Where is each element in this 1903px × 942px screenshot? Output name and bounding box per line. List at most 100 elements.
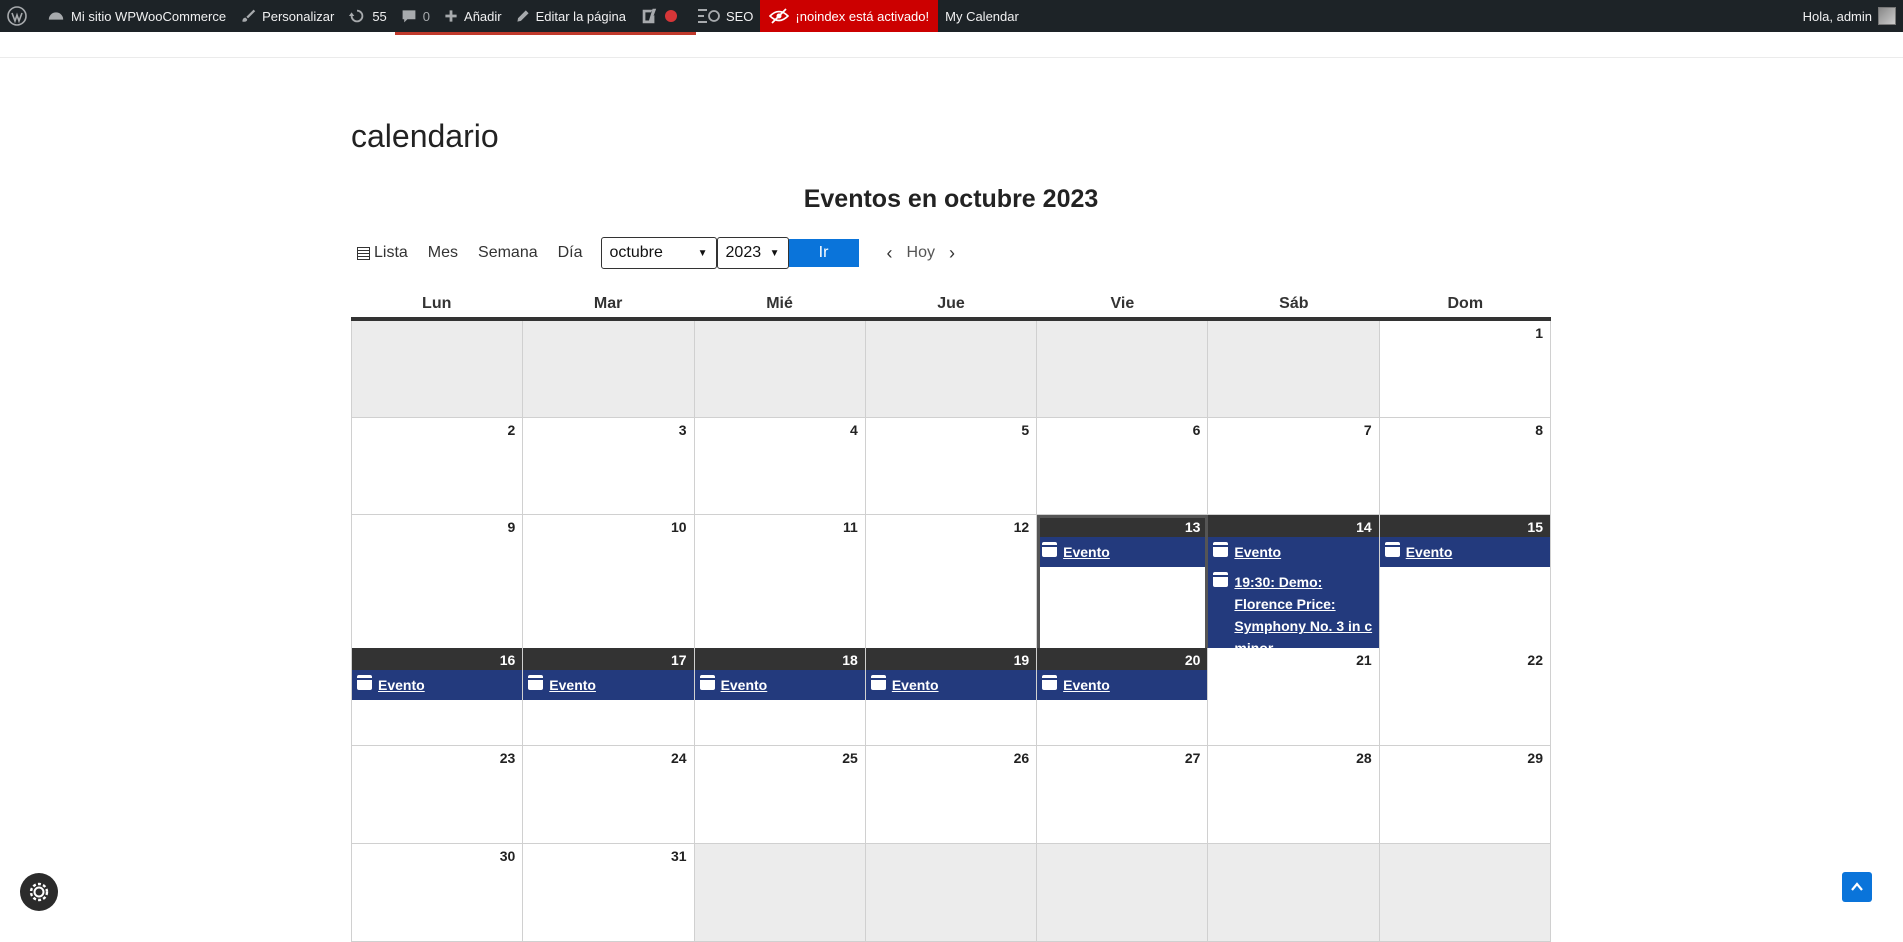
day-number: 22 [1527,652,1543,668]
day-cell[interactable]: 1 [1379,321,1551,418]
day-number: 15 [1379,515,1550,537]
day-cell[interactable]: 19 Evento [865,648,1038,746]
day-cell[interactable]: 2 [352,418,524,515]
noindex-warning-item[interactable]: ¡noindex está activado! [760,0,939,32]
calendar-toolbar: Lista Mes Semana Día octubre ▼ 2023 ▼ Ir… [351,237,969,269]
seo-icon [697,9,720,23]
year-select-value: 2023 [725,244,762,261]
day-cell[interactable]: 31 [523,844,695,942]
day-cell[interactable]: 21 [1208,648,1380,746]
day-number: 6 [1192,422,1201,438]
calendar-week-row: 1 [351,321,1551,418]
day-cell[interactable]: 27 [1037,746,1209,844]
customize-item[interactable]: Personalizar [233,0,341,32]
event-title: Evento [549,677,596,693]
day-cell[interactable]: 8 [1379,418,1551,515]
wordpress-logo-item[interactable] [0,0,40,32]
day-cell[interactable]: 22 [1379,648,1551,746]
day-cell[interactable]: 13 Evento [1037,515,1209,665]
day-cell[interactable]: 12 [865,515,1038,665]
calendar-week-row: 9 10 11 12 13 Evento 14 Evento 19:30: Demo: Flor… [351,515,1551,665]
event-link[interactable]: Evento [1379,537,1550,568]
day-cell[interactable]: 30 [352,844,524,942]
day-cell[interactable]: 20 Evento [1037,648,1209,746]
view-month-link[interactable]: Mes [418,244,468,262]
edit-page-item[interactable]: Editar la página [509,0,633,32]
day-cell[interactable]: 6 [1037,418,1209,515]
event-link[interactable]: Evento [352,670,523,701]
month-select[interactable]: octubre ▼ [600,237,717,269]
day-cell[interactable]: 17 Evento [523,648,695,746]
day-number: 20 [1037,648,1208,670]
plus-icon [445,10,457,22]
day-cell[interactable]: 4 [694,418,866,515]
day-cell[interactable]: 16 Evento [352,648,524,746]
updates-item[interactable]: 55 [341,0,393,32]
day-cell[interactable]: 11 [694,515,866,665]
add-new-item[interactable]: Añadir [437,0,509,32]
weekday-label: Mié [766,295,793,312]
gear-icon [29,882,49,902]
event-title: Evento [1063,544,1110,560]
day-cell[interactable]: 24 [523,746,695,844]
day-cell[interactable]: 3 [523,418,695,515]
day-cell[interactable]: 25 [694,746,866,844]
my-calendar-item[interactable]: My Calendar [938,0,1026,32]
day-cell[interactable]: 29 [1379,746,1551,844]
day-number: 13 [1037,515,1208,537]
chevron-left-icon: ‹ [886,242,893,263]
next-month-button[interactable]: › [935,243,969,264]
day-number: 27 [1184,750,1201,766]
day-cell[interactable]: 7 [1208,418,1380,515]
go-button[interactable]: Ir [788,239,859,267]
view-day-link[interactable]: Día [548,244,593,262]
view-week-link[interactable]: Semana [468,244,548,262]
event-link[interactable]: Evento [1208,537,1379,568]
event-link[interactable]: Evento [1037,537,1208,568]
back-to-top-button[interactable] [1842,872,1872,902]
empty-day-cell [1037,844,1209,942]
calendar-icon [870,675,886,690]
day-cell[interactable]: 26 [865,746,1038,844]
empty-day-cell [694,844,866,942]
event-link[interactable]: Evento [523,670,694,701]
day-cell[interactable]: 15 Evento [1379,515,1551,665]
site-name-item[interactable]: Mi sitio WPWooCommerce [40,0,233,32]
seo-item[interactable]: SEO [691,0,760,32]
today-button[interactable]: Hoy [907,244,935,262]
calendar-icon [1213,572,1229,588]
pencil-icon [517,10,529,22]
chevron-down-icon: ▼ [769,247,780,259]
previous-month-button[interactable]: ‹ [873,243,907,264]
view-list-link[interactable]: Lista [351,244,418,262]
weekday-label: Dom [1447,295,1484,312]
calendar-icon [528,675,544,690]
day-cell[interactable]: 18 Evento [694,648,866,746]
year-select[interactable]: 2023 ▼ [716,237,789,269]
settings-button[interactable] [20,873,58,911]
weekday-label: Vie [1110,295,1135,312]
day-cell[interactable]: 9 [352,515,524,665]
event-link[interactable]: Evento [865,670,1037,701]
day-number: 23 [499,750,516,766]
yoast-item[interactable] [633,0,691,32]
day-cell[interactable]: 28 [1208,746,1380,844]
day-cell[interactable]: 5 [865,418,1038,515]
day-number: 18 [694,648,865,670]
day-cell[interactable]: 23 [352,746,524,844]
day-number: 1 [1535,325,1543,341]
day-number: 17 [523,648,694,670]
calendar-heading: Eventos en octubre 2023 [803,185,1099,213]
chevron-down-icon: ▼ [697,247,708,259]
month-select-value: octubre [609,244,663,261]
account-menu[interactable]: Hola, admin [1796,0,1903,32]
event-link[interactable]: Evento [694,670,865,701]
day-number: 19 [865,648,1037,670]
day-number: 21 [1356,652,1372,668]
comments-item[interactable]: 0 [394,0,437,32]
status-dot-icon [664,10,677,22]
event-link[interactable]: Evento [1037,670,1208,701]
day-cell[interactable]: 10 [523,515,695,665]
day-cell[interactable]: 14 Evento 19:30: Demo: Florence Price: Sym… [1208,515,1380,665]
calendar-grid: Lun Mar Mié Jue Vie Sáb Dom 1 2 3 4 5 6 7 8 9 10 11 12 13 E… [351,291,1551,942]
